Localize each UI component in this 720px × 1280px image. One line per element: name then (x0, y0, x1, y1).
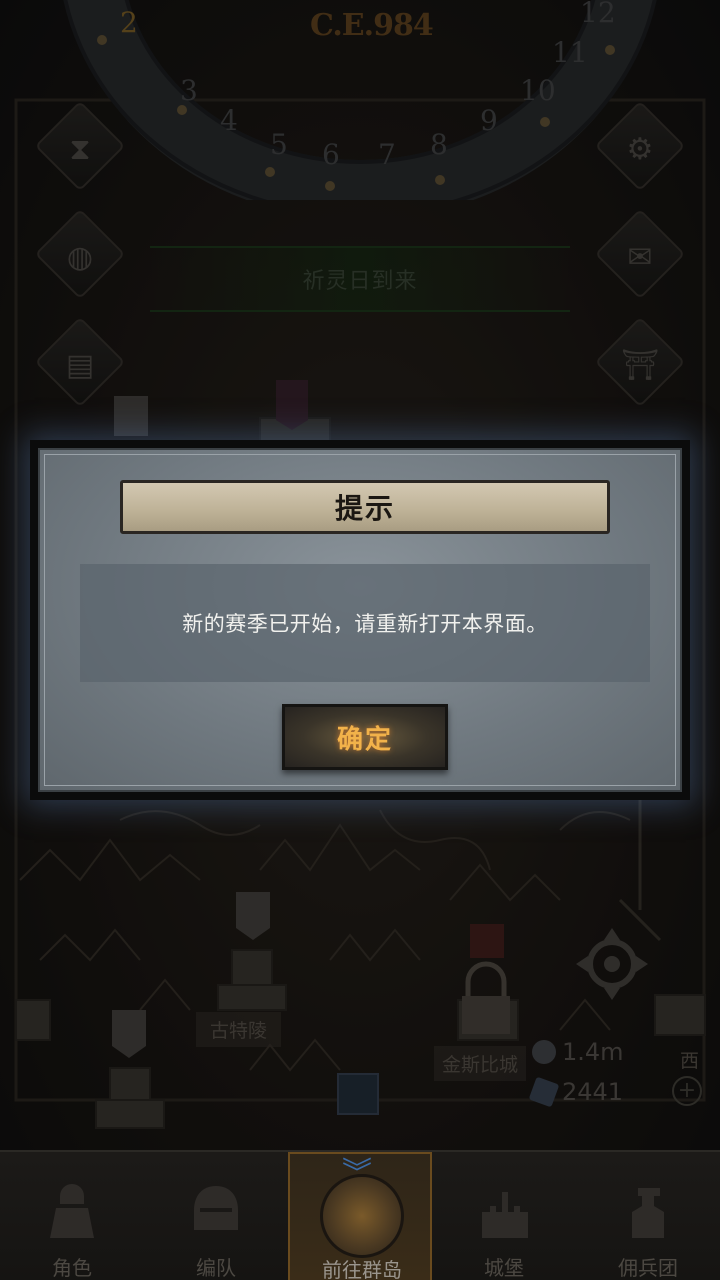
mercenary-icon (632, 1188, 664, 1238)
dialog-message: 新的赛季已开始，请重新打开本界面。 (182, 612, 548, 636)
notice-dialog: 提示 新的赛季已开始，请重新打开本界面。 确定 (30, 440, 690, 800)
notice-dialog-panel: 提示 新的赛季已开始，请重新打开本界面。 确定 (38, 448, 682, 792)
nav-label-formation: 编队 (196, 1256, 236, 1280)
nav-item-character[interactable]: 角色 (0, 1152, 144, 1280)
dialog-title: 提示 (334, 492, 395, 525)
confirm-button[interactable]: 确定 (282, 704, 448, 770)
knight-icon (50, 1184, 94, 1238)
bottom-navigation: 角色 编队 ︾ 前往群岛 城堡 佣兵团 (0, 1150, 720, 1280)
nav-item-formation[interactable]: 编队 (144, 1152, 288, 1280)
dialog-title-plate: 提示 (120, 480, 610, 534)
nav-label-character: 角色 (52, 1256, 92, 1280)
nav-label-islands: 前往群岛 (322, 1258, 402, 1280)
nav-label-mercenary: 佣兵团 (618, 1256, 678, 1280)
castle-icon (482, 1192, 528, 1238)
islands-emblem-icon (320, 1174, 404, 1258)
nav-label-castle: 城堡 (484, 1256, 524, 1280)
confirm-button-label: 确定 (336, 724, 393, 755)
dialog-message-box: 新的赛季已开始，请重新打开本界面。 (80, 564, 650, 682)
nav-item-islands[interactable]: ︾ 前往群岛 (288, 1152, 432, 1280)
helmet-icon (194, 1186, 238, 1230)
nav-item-castle[interactable]: 城堡 (432, 1152, 576, 1280)
nav-item-mercenary[interactable]: 佣兵团 (576, 1152, 720, 1280)
